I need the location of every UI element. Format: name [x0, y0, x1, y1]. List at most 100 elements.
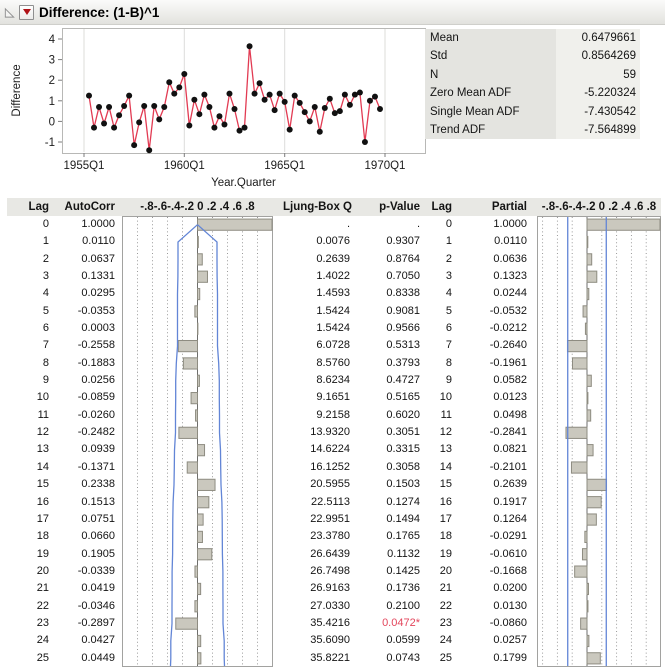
lag-cell: 11	[7, 407, 52, 424]
p-value-cell: 0.3793	[353, 355, 423, 372]
autocorr-cell: -0.2558	[52, 337, 118, 354]
partial-cell: 0.0244	[455, 285, 530, 302]
gap	[530, 251, 537, 268]
autocorr-cell: 0.0660	[52, 528, 118, 545]
lag-cell: 20	[7, 563, 52, 580]
y-tick-label: 2	[49, 75, 55, 87]
p-value-cell: 0.1503	[353, 476, 423, 493]
data-point	[141, 103, 147, 109]
autocorr-cell: 0.1513	[52, 494, 118, 511]
data-point	[262, 97, 268, 103]
partial-cell: 0.1323	[455, 268, 530, 285]
autocorrelation-chart	[122, 216, 273, 667]
stat-value: -5.220324	[556, 84, 640, 102]
gap	[530, 407, 537, 424]
gap	[530, 216, 537, 233]
data-point	[367, 98, 373, 104]
outline-title-bar: Difference: (1-B)^1	[0, 0, 665, 25]
header-ljung-box: Ljung-Box Q	[283, 198, 353, 216]
lag-cell: 9	[7, 372, 52, 389]
data-point	[176, 84, 182, 90]
data-point	[91, 125, 97, 131]
stat-value: -7.564899	[556, 121, 640, 139]
data-point	[131, 142, 137, 148]
lag-cell: 23	[7, 615, 52, 632]
lag2-cell: 21	[423, 580, 455, 597]
lag-bar	[198, 288, 200, 299]
autocorr-cell: 0.0449	[52, 650, 118, 667]
lag-bar	[575, 566, 587, 577]
p-value-cell: 0.7050	[353, 268, 423, 285]
lag2-cell: 24	[423, 632, 455, 649]
p-value-cell: 0.3051	[353, 424, 423, 441]
time-series-plot: 43210-11955Q11960Q11965Q11970Q1Differenc…	[0, 24, 430, 193]
gap	[273, 615, 283, 632]
lag2-cell: 12	[423, 424, 455, 441]
lag-bar	[176, 618, 198, 629]
data-point	[151, 103, 157, 109]
p-value-cell: 0.4727	[353, 372, 423, 389]
lag-bar	[178, 340, 197, 351]
lag-bar	[587, 219, 660, 230]
autocorr-cell: 0.2338	[52, 476, 118, 493]
lag2-cell: 7	[423, 337, 455, 354]
x-axis-label: Year.Quarter	[211, 177, 276, 189]
lag2-cell: 5	[423, 303, 455, 320]
lag2-cell: 3	[423, 268, 455, 285]
y-axis-label: Difference	[11, 64, 23, 116]
autocorr-cell: 0.0003	[52, 320, 118, 337]
data-point	[181, 71, 187, 77]
stats-row: Std0.8564269	[425, 47, 640, 65]
gap	[530, 476, 537, 493]
header-partial: Partial	[455, 198, 530, 216]
page-title: Difference: (1-B)^1	[39, 5, 159, 20]
gap	[530, 546, 537, 563]
gap	[273, 598, 283, 615]
collapse-disclosure-icon[interactable]	[3, 6, 16, 19]
ljung-box-cell: 0.2639	[283, 251, 353, 268]
data-point	[372, 94, 378, 100]
data-point	[327, 96, 333, 102]
y-tick-label: 1	[49, 96, 55, 108]
data-point	[231, 106, 237, 112]
lag-cell: 2	[7, 251, 52, 268]
ljung-box-cell: 35.6090	[283, 632, 353, 649]
autocorr-cell: -0.1883	[52, 355, 118, 372]
lag-cell: 1	[7, 233, 52, 250]
p-value-cell: 0.8338	[353, 285, 423, 302]
data-point	[297, 100, 303, 106]
autocorr-cell: 0.0427	[52, 632, 118, 649]
autocorr-cell: -0.1371	[52, 459, 118, 476]
p-value-cell: 0.1425	[353, 563, 423, 580]
ljung-box-cell: 23.3780	[283, 528, 353, 545]
gap	[273, 251, 283, 268]
lag-bar	[587, 410, 591, 421]
lag2-cell: 19	[423, 546, 455, 563]
lag-bar	[582, 549, 587, 560]
lag-bar	[196, 410, 198, 421]
y-tick-label: 0	[49, 116, 55, 128]
partial-cell: 0.1264	[455, 511, 530, 528]
x-tick-label: 1965Q1	[264, 160, 305, 172]
gap	[530, 459, 537, 476]
gap	[530, 598, 537, 615]
ljung-box-cell: 22.9951	[283, 511, 353, 528]
data-point	[216, 113, 222, 119]
red-triangle-menu-button[interactable]	[19, 5, 34, 20]
lag-bar	[198, 375, 200, 386]
partial-cell: -0.2640	[455, 337, 530, 354]
lag-bar	[198, 497, 209, 508]
data-point	[226, 91, 232, 97]
gap	[273, 459, 283, 476]
gap	[530, 424, 537, 441]
gap	[273, 424, 283, 441]
lag-cell: 15	[7, 476, 52, 493]
autocorr-cell: -0.2897	[52, 615, 118, 632]
gap	[530, 632, 537, 649]
header-autocorr: AutoCorr	[52, 198, 118, 216]
autocorr-cell: 0.0637	[52, 251, 118, 268]
gap	[530, 650, 537, 667]
data-point	[287, 127, 293, 133]
data-point	[242, 125, 248, 131]
gap	[530, 580, 537, 597]
